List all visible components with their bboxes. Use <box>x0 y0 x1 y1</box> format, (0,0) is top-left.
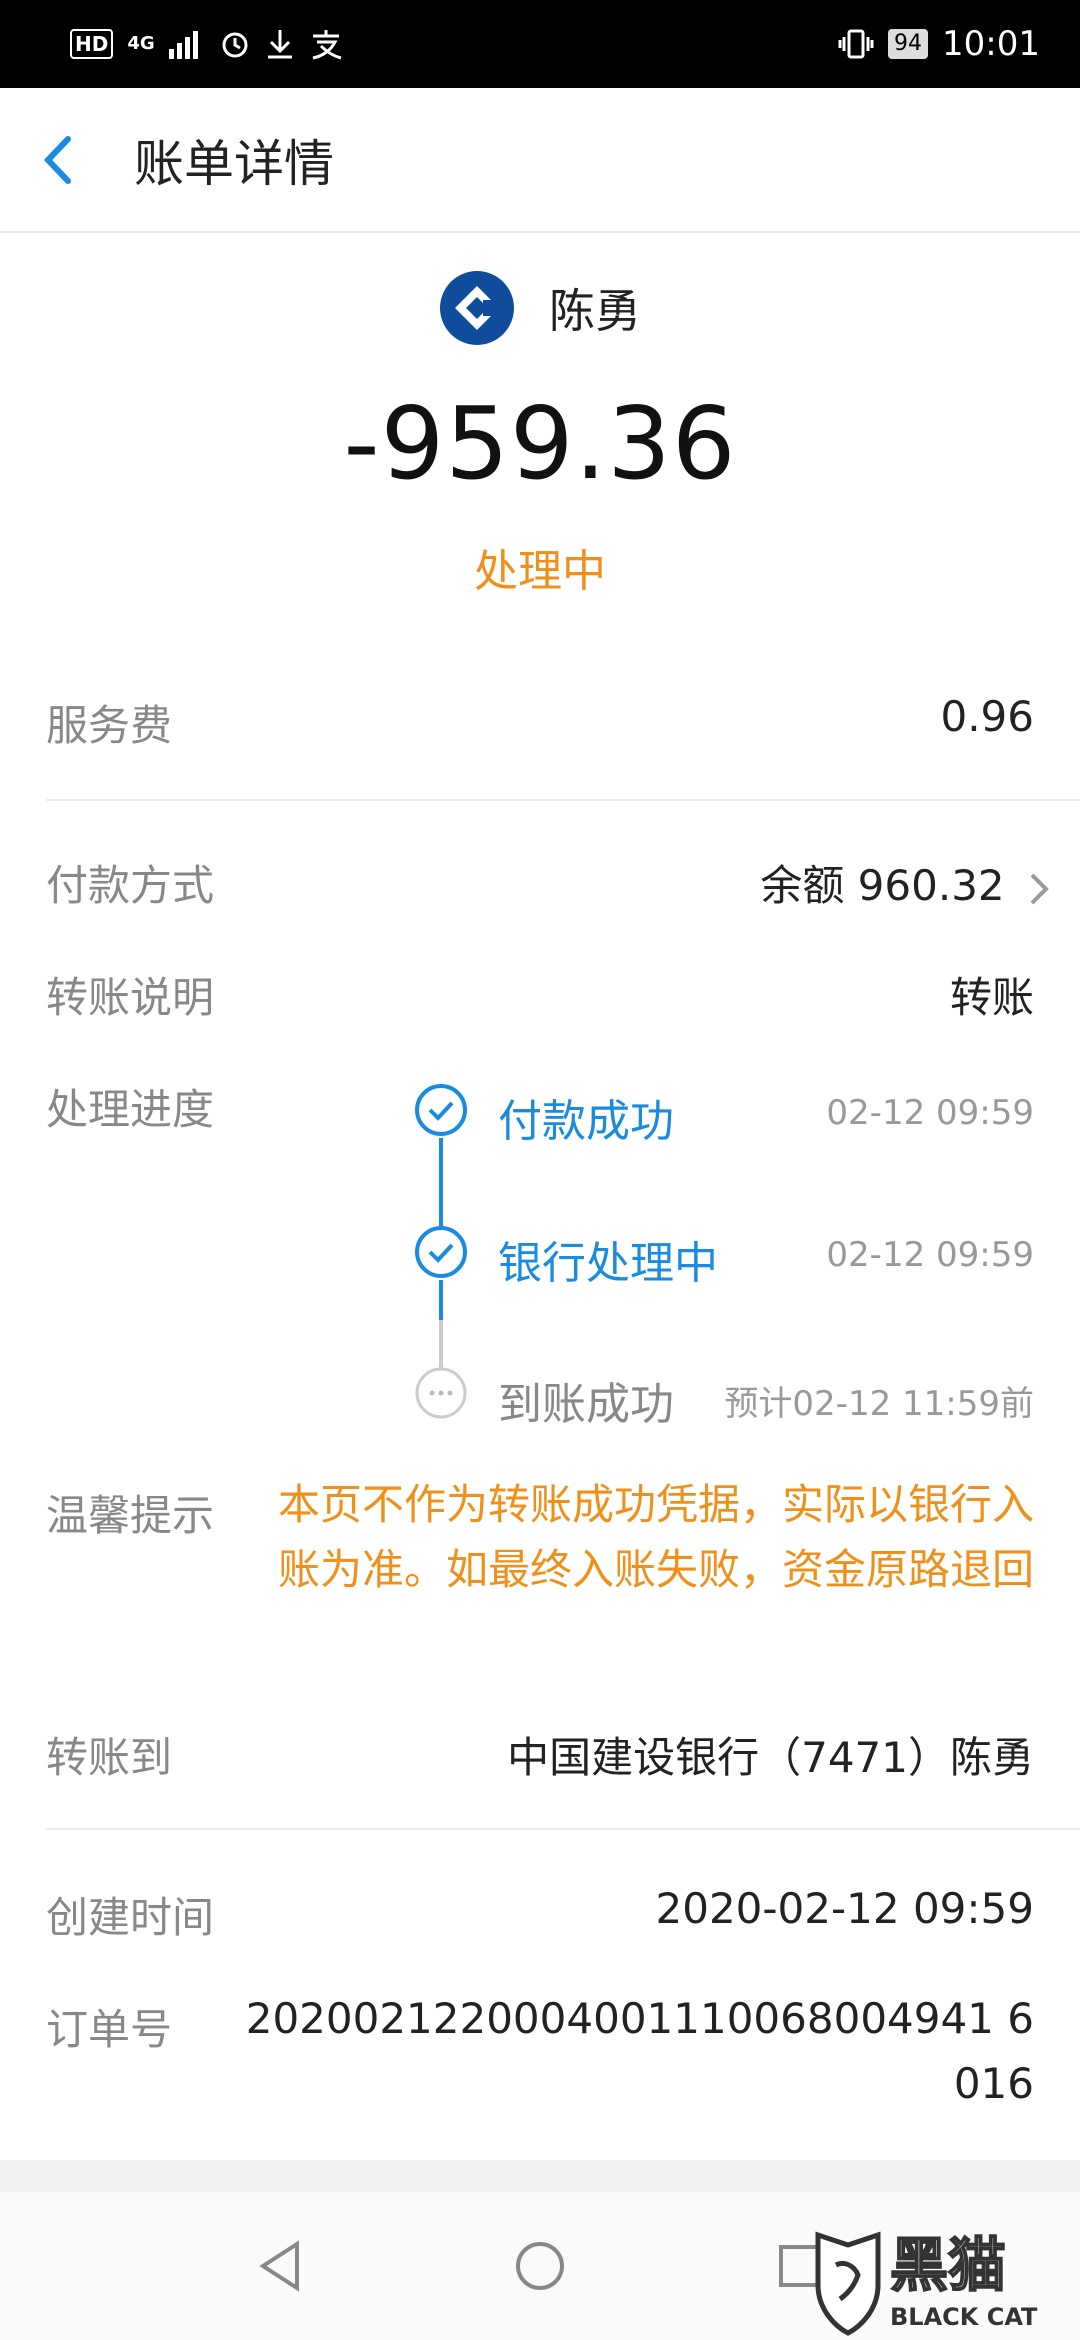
payment-method-value: 余额 960.32 <box>760 861 1005 910</box>
circle-home-icon <box>516 2242 564 2290</box>
black-cat-watermark-logo: 黑猫 BLACK CAT <box>815 2230 1038 2336</box>
progress-step-label: 银行处理中 <box>498 1238 718 1289</box>
vibrate-icon <box>838 29 874 59</box>
tip-text: 本页不作为转账成功凭据，实际以银行入账为准。如最终入账失败，资金原路退回 <box>277 1480 1034 1594</box>
ccb-bank-logo-icon <box>440 271 514 345</box>
progress-label: 处理进度 <box>46 1085 215 1134</box>
nav-back-button[interactable] <box>250 2236 310 2296</box>
divider <box>46 1828 1080 1830</box>
payee-header: 陈勇 <box>0 270 1080 346</box>
battery-level: 94 <box>888 29 929 59</box>
created-time-label: 创建时间 <box>46 1893 215 1942</box>
check-circle-icon <box>415 1226 467 1278</box>
back-button[interactable] <box>38 87 128 232</box>
network-type: 4G <box>127 33 155 54</box>
pending-dots-icon <box>415 1367 467 1419</box>
alipay-icon <box>312 30 342 60</box>
amount: -959.36 <box>343 385 737 502</box>
fee-label: 服务费 <box>46 701 173 750</box>
nav-home-button[interactable] <box>510 2236 570 2296</box>
transfer-note-label: 转账说明 <box>46 973 215 1022</box>
progress-line-done <box>439 1280 443 1320</box>
order-number-value: 2020021220004001110068004941 6016 <box>245 1994 1034 2108</box>
footer-band <box>0 2160 1080 2192</box>
progress-line-pending <box>439 1320 443 1368</box>
svg-text:BLACK CAT: BLACK CAT <box>890 2303 1038 2331</box>
progress-line-done <box>439 1138 443 1228</box>
divider <box>46 799 1080 801</box>
check-circle-icon <box>415 1084 467 1136</box>
progress-step-time: 预计02-12 11:59前 <box>724 1384 1034 1424</box>
progress-step-time: 02-12 09:59 <box>826 1235 1034 1275</box>
page-title: 账单详情 <box>134 134 334 193</box>
transfer-note-value: 转账 <box>949 973 1034 1022</box>
chevron-left-icon <box>43 135 71 184</box>
transfer-to-value: 中国建设银行（7471）陈勇 <box>507 1733 1034 1782</box>
status-text: 处理中 <box>474 546 606 597</box>
svg-text:黑猫: 黑猫 <box>890 2231 1006 2299</box>
status-bar: HD 4G 94 10:01 <box>0 0 1080 88</box>
payment-method-label: 付款方式 <box>46 861 215 910</box>
alarm-icon <box>222 32 248 58</box>
signal-icon <box>168 31 198 59</box>
transfer-to-label: 转账到 <box>46 1733 173 1782</box>
title-bar: 账单详情 <box>0 88 1080 233</box>
download-icon <box>267 30 292 59</box>
payee-name: 陈勇 <box>549 284 641 338</box>
triangle-back-icon <box>259 2240 299 2292</box>
progress-step-label: 付款成功 <box>498 1096 674 1147</box>
payment-method-row[interactable]: 余额 960.32 <box>760 852 1052 913</box>
hd-badge: HD <box>70 29 114 59</box>
progress-step-time: 02-12 09:59 <box>826 1093 1034 1133</box>
clock: 10:01 <box>942 24 1040 64</box>
progress-step-label: 到账成功 <box>498 1379 674 1430</box>
created-time-value: 2020-02-12 09:59 <box>655 1884 1034 1933</box>
fee-value: 0.96 <box>940 692 1034 741</box>
status-bar-left: HD 4G <box>70 28 343 60</box>
status-bar-right: 94 10:01 <box>838 24 1040 64</box>
chevron-right-icon <box>1030 873 1049 904</box>
order-number-label: 订单号 <box>46 2005 173 2054</box>
tip-label: 温馨提示 <box>46 1491 215 1540</box>
